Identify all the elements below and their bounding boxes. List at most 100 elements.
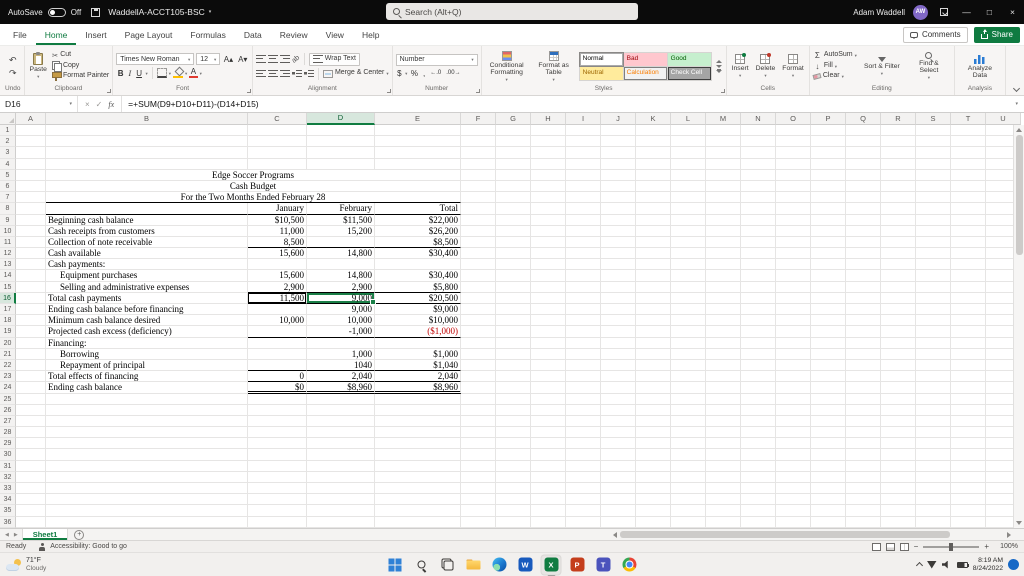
cell-l34[interactable]: [671, 494, 706, 505]
cell-m10[interactable]: [706, 226, 741, 237]
cell-f29[interactable]: [461, 438, 496, 449]
align-right-button[interactable]: [280, 70, 290, 78]
cell-h31[interactable]: [531, 461, 566, 472]
name-box-dropdown-icon[interactable]: ▾: [69, 101, 72, 107]
cell-k36[interactable]: [636, 517, 671, 528]
cell-j24[interactable]: [601, 382, 636, 393]
cell-r21[interactable]: [881, 349, 916, 360]
format-as-table-button[interactable]: Format as Table ▾: [532, 51, 576, 82]
cell-q10[interactable]: [846, 226, 881, 237]
cell-b13[interactable]: Cash payments:: [46, 259, 248, 270]
cell-l6[interactable]: [671, 181, 706, 192]
cell-n19[interactable]: [741, 326, 776, 337]
cell-style-normal[interactable]: Normal: [580, 53, 623, 66]
cell-d2[interactable]: [307, 136, 375, 147]
scroll-left-icon[interactable]: [613, 532, 617, 538]
cell-s13[interactable]: [916, 259, 951, 270]
row-header-13[interactable]: 13: [0, 259, 16, 270]
cell-a21[interactable]: [16, 349, 46, 360]
cell-b24[interactable]: Ending cash balance: [46, 382, 248, 393]
cell-i11[interactable]: [566, 237, 601, 248]
cell-a11[interactable]: [16, 237, 46, 248]
cell-t31[interactable]: [951, 461, 986, 472]
dialog-launcher-icon[interactable]: [387, 89, 391, 93]
comments-button[interactable]: Comments: [903, 27, 968, 43]
cell-o32[interactable]: [776, 472, 811, 483]
cell-d29[interactable]: [307, 438, 375, 449]
cell-n30[interactable]: [741, 449, 776, 460]
column-header-f[interactable]: F: [461, 113, 496, 125]
cell-p12[interactable]: [811, 248, 846, 259]
cell-p8[interactable]: [811, 203, 846, 214]
cell-j32[interactable]: [601, 472, 636, 483]
cell-k27[interactable]: [636, 416, 671, 427]
edge-taskbar-icon[interactable]: [489, 554, 510, 575]
cell-f17[interactable]: [461, 304, 496, 315]
close-button[interactable]: ×: [1005, 0, 1020, 24]
cell-l5[interactable]: [671, 170, 706, 181]
cell-b11[interactable]: Collection of note receivable: [46, 237, 248, 248]
cell-p36[interactable]: [811, 517, 846, 528]
cell-l16[interactable]: [671, 293, 706, 304]
cell-t12[interactable]: [951, 248, 986, 259]
cell-p4[interactable]: [811, 159, 846, 170]
cell-i13[interactable]: [566, 259, 601, 270]
cell-g14[interactable]: [496, 270, 531, 281]
cell-d1[interactable]: [307, 125, 375, 136]
cell-k15[interactable]: [636, 282, 671, 293]
cell-m27[interactable]: [706, 416, 741, 427]
row-header-5[interactable]: 5: [0, 170, 16, 181]
powerpoint-taskbar-icon[interactable]: P: [567, 554, 588, 575]
cell-q24[interactable]: [846, 382, 881, 393]
start-taskbar-icon[interactable]: [385, 554, 406, 575]
cell-d10[interactable]: 15,200: [307, 226, 375, 237]
cell-t13[interactable]: [951, 259, 986, 270]
cell-b17[interactable]: Ending cash balance before financing: [46, 304, 248, 315]
cell-j3[interactable]: [601, 147, 636, 158]
cell-p34[interactable]: [811, 494, 846, 505]
cell-n12[interactable]: [741, 248, 776, 259]
font-size-select[interactable]: 12▾: [196, 53, 220, 65]
cell-l25[interactable]: [671, 394, 706, 405]
cell-c10[interactable]: 11,000: [248, 226, 307, 237]
cell-e35[interactable]: [375, 505, 461, 516]
cell-j31[interactable]: [601, 461, 636, 472]
wrap-text-button[interactable]: Wrap Text: [309, 53, 360, 66]
cell-f28[interactable]: [461, 427, 496, 438]
cell-k1[interactable]: [636, 125, 671, 136]
cell-a15[interactable]: [16, 282, 46, 293]
document-title[interactable]: WaddellA-ACCT105-BSC ▾: [108, 7, 211, 17]
cell-f35[interactable]: [461, 505, 496, 516]
cell-g26[interactable]: [496, 405, 531, 416]
cell-s6[interactable]: [916, 181, 951, 192]
cell-m31[interactable]: [706, 461, 741, 472]
cell-a26[interactable]: [16, 405, 46, 416]
column-header-m[interactable]: M: [706, 113, 741, 125]
cell-j16[interactable]: [601, 293, 636, 304]
file-explorer-taskbar-icon[interactable]: [463, 554, 484, 575]
tab-help[interactable]: Help: [353, 24, 388, 45]
cell-s15[interactable]: [916, 282, 951, 293]
cell-n36[interactable]: [741, 517, 776, 528]
cell-g4[interactable]: [496, 159, 531, 170]
cell-q31[interactable]: [846, 461, 881, 472]
cell-c4[interactable]: [248, 159, 307, 170]
row-header-30[interactable]: 30: [0, 449, 16, 460]
cell-e15[interactable]: $5,800: [375, 282, 461, 293]
cell-a7[interactable]: [16, 192, 46, 203]
cell-q7[interactable]: [846, 192, 881, 203]
cell-k3[interactable]: [636, 147, 671, 158]
cell-o17[interactable]: [776, 304, 811, 315]
cell-g16[interactable]: [496, 293, 531, 304]
cell-l18[interactable]: [671, 315, 706, 326]
cell-i29[interactable]: [566, 438, 601, 449]
cell-s18[interactable]: [916, 315, 951, 326]
cell-e21[interactable]: $1,000: [375, 349, 461, 360]
cell-q8[interactable]: [846, 203, 881, 214]
cell-g22[interactable]: [496, 360, 531, 371]
cell-s2[interactable]: [916, 136, 951, 147]
row-header-1[interactable]: 1: [0, 125, 16, 136]
cell-n2[interactable]: [741, 136, 776, 147]
cell-r27[interactable]: [881, 416, 916, 427]
cell-q17[interactable]: [846, 304, 881, 315]
